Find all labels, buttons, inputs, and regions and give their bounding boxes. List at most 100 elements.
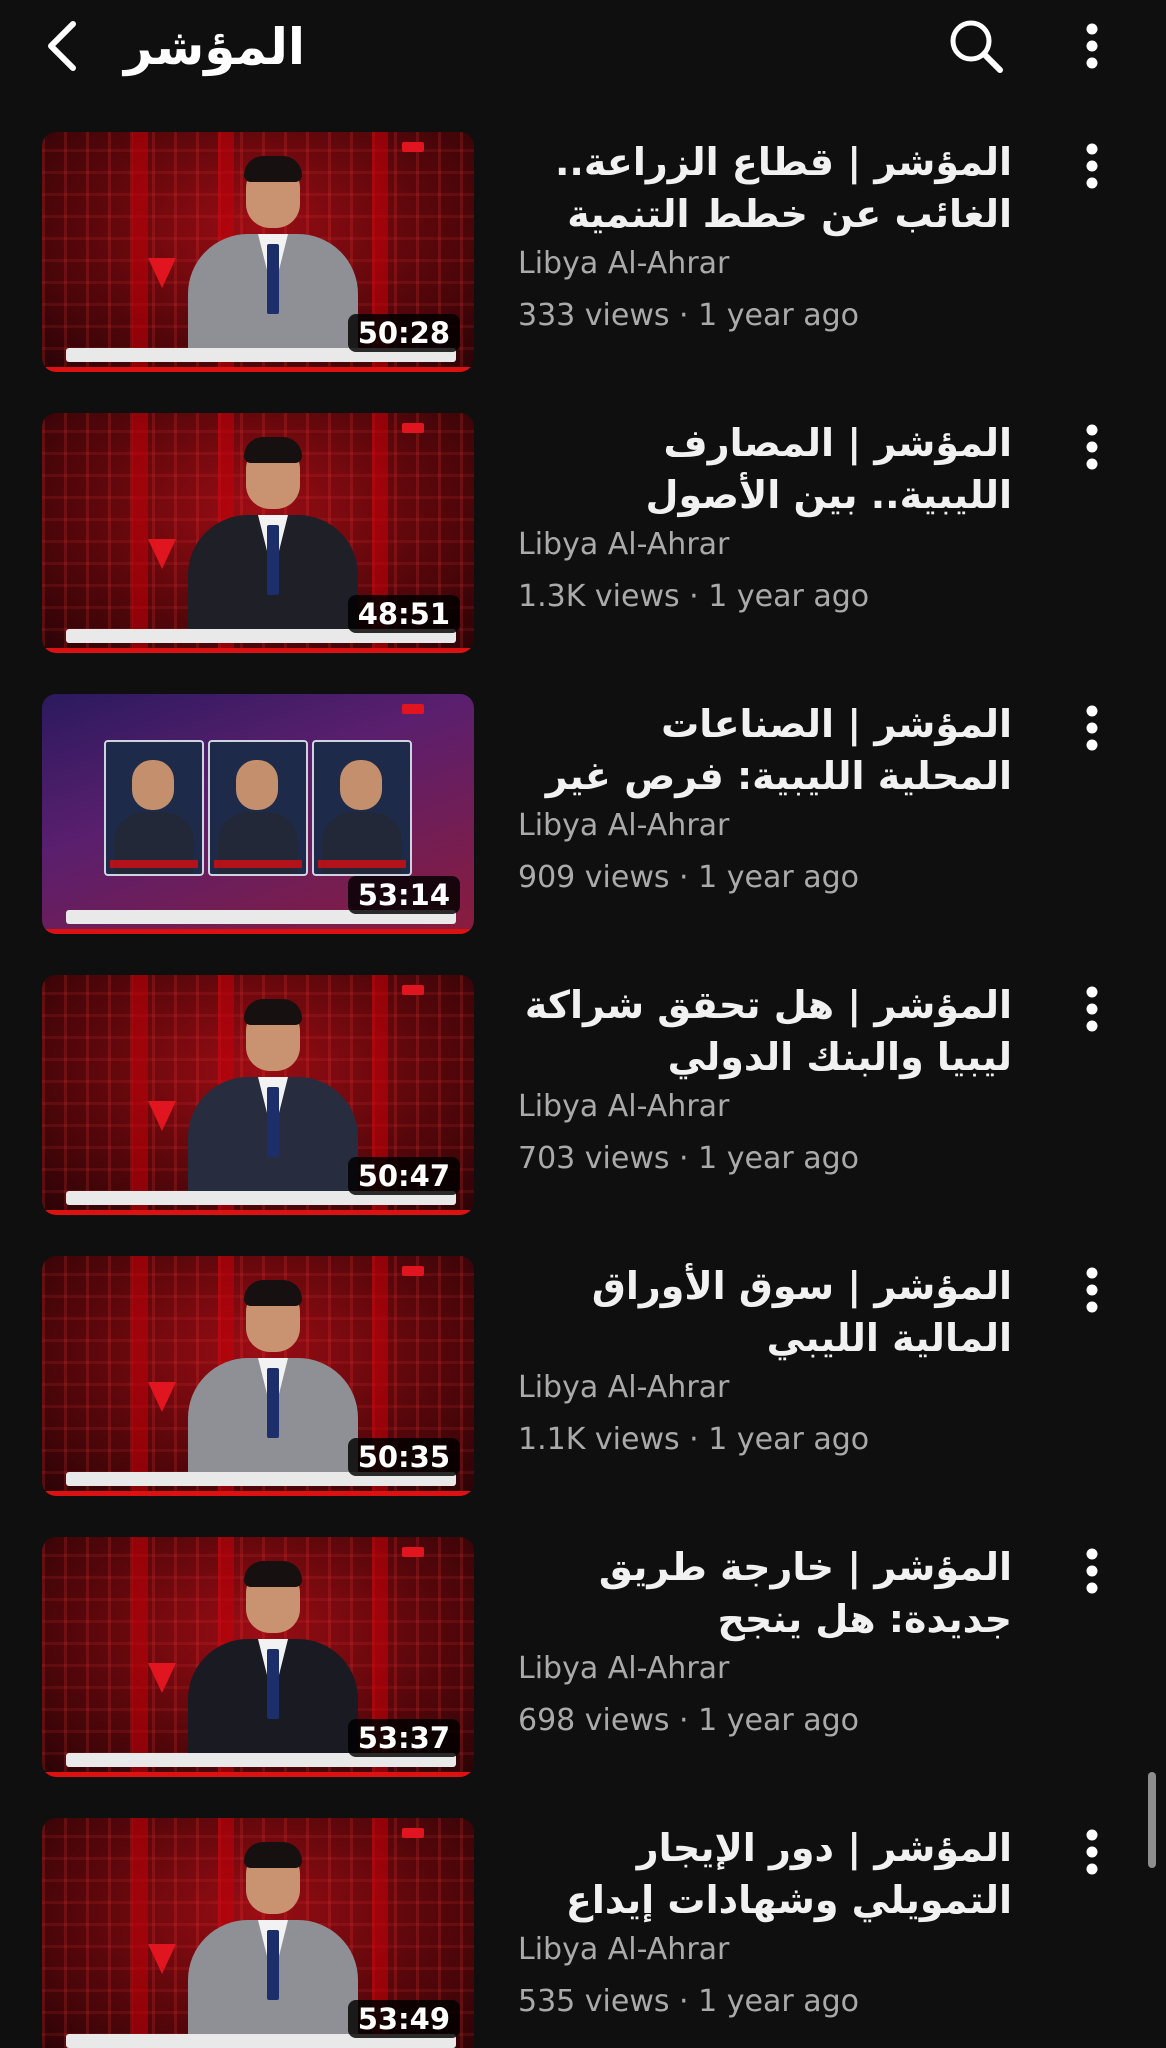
meta-separator: ·: [669, 298, 699, 333]
video-title[interactable]: المؤشر | المصارف الليبية.. بين الأصول ال…: [516, 417, 1012, 521]
presenter-tie: [267, 244, 279, 314]
upload-age: 1 year ago: [698, 1984, 859, 2019]
presenter-hair: [244, 437, 302, 463]
meta-separator: ·: [679, 579, 709, 614]
channel-name[interactable]: Libya Al-Ahrar: [518, 1087, 729, 1127]
video-thumbnail[interactable]: 53:37: [42, 1537, 474, 1777]
video-thumbnail[interactable]: 53:49: [42, 1818, 474, 2048]
upload-age: 1 year ago: [698, 1703, 859, 1738]
more-vertical-icon: [1086, 1548, 1098, 1594]
video-thumbnail[interactable]: 50:35: [42, 1256, 474, 1496]
video-meta: 1.3K views · 1 year ago: [518, 577, 869, 617]
thumbnail-decoration: [148, 539, 176, 569]
video-title[interactable]: المؤشر | الصناعات المحلية الليبية: فرص غ…: [516, 698, 1012, 802]
thumbnail-progress-line: [42, 367, 474, 372]
video-item[interactable]: 53:14 المؤشر | الصناعات المحلية الليبية:…: [0, 694, 1166, 934]
upload-age: 1 year ago: [698, 1141, 859, 1176]
video-meta: 333 views · 1 year ago: [518, 296, 859, 336]
view-count: 909 views: [518, 860, 670, 895]
more-vertical-icon: [1086, 1267, 1098, 1313]
video-item[interactable]: 48:51 المؤشر | المصارف الليبية.. بين الأ…: [0, 413, 1166, 653]
video-title[interactable]: المؤشر | هل تحقق شراكة ليبيا والبنك الدو…: [516, 979, 1012, 1083]
video-meta: 909 views · 1 year ago: [518, 858, 859, 898]
video-item[interactable]: 50:35 المؤشر | سوق الأوراق المالية الليب…: [0, 1256, 1166, 1496]
video-title[interactable]: المؤشر | قطاع الزراعة.. الغائب عن خطط ال…: [516, 136, 1012, 240]
video-thumbnail[interactable]: 50:47: [42, 975, 474, 1215]
thumbnail-decoration: [132, 1256, 148, 1496]
thumbnail-decoration: [148, 258, 176, 288]
guest-head: [236, 760, 278, 810]
video-more-button[interactable]: [1068, 698, 1116, 758]
chevron-left-icon: [48, 21, 76, 71]
guest-panel: [104, 740, 204, 876]
thumbnail-presenter: [188, 429, 358, 635]
thumbnail-presenter: [188, 991, 358, 1197]
channel-name[interactable]: Libya Al-Ahrar: [518, 244, 729, 284]
view-count: 535 views: [518, 1984, 670, 2019]
video-more-button[interactable]: [1068, 1822, 1116, 1882]
meta-separator: ·: [669, 1703, 699, 1738]
channel-name[interactable]: Libya Al-Ahrar: [518, 525, 729, 565]
guest-head: [132, 760, 174, 810]
video-item[interactable]: 50:28 المؤشر | قطاع الزراعة.. الغائب عن …: [0, 132, 1166, 372]
guest-panel: [208, 740, 308, 876]
more-vertical-icon: [1086, 143, 1098, 189]
presenter-hair: [244, 156, 302, 182]
thumbnail-presenter: [188, 1272, 358, 1478]
thumbnail-progress-line: [42, 1772, 474, 1777]
upload-age: 1 year ago: [698, 860, 859, 895]
video-item[interactable]: 53:37 المؤشر | خارجة طريق جديدة: هل ينجح…: [0, 1537, 1166, 1777]
thumbnail-live-badge: [402, 1828, 424, 1838]
video-more-button[interactable]: [1068, 417, 1116, 477]
meta-separator: ·: [679, 1422, 709, 1457]
duration-badge: 48:51: [347, 595, 460, 633]
screen: المؤشر 50:28 المؤشر | قطاع الزراعة.. الغ…: [0, 0, 1166, 2048]
thumbnail-live-badge: [402, 985, 424, 995]
channel-name[interactable]: Libya Al-Ahrar: [518, 1649, 729, 1689]
presenter-hair: [244, 1842, 302, 1868]
video-title[interactable]: المؤشر | سوق الأوراق المالية الليبي: [516, 1260, 1012, 1364]
meta-separator: ·: [669, 1984, 699, 2019]
channel-name[interactable]: Libya Al-Ahrar: [518, 1930, 729, 1970]
video-more-button[interactable]: [1068, 1260, 1116, 1320]
video-title[interactable]: المؤشر | خارجة طريق جديدة: هل ينجح المرك…: [516, 1541, 1012, 1645]
channel-name[interactable]: Libya Al-Ahrar: [518, 1368, 729, 1408]
presenter-tie: [267, 1368, 279, 1438]
video-more-button[interactable]: [1068, 1541, 1116, 1601]
top-app-bar: المؤشر: [0, 0, 1166, 100]
more-vertical-icon: [1086, 23, 1098, 69]
thumbnail-progress-line: [42, 648, 474, 653]
scrollbar-thumb[interactable]: [1148, 1772, 1156, 1868]
channel-name[interactable]: Libya Al-Ahrar: [518, 806, 729, 846]
thumbnail-progress-line: [42, 929, 474, 934]
video-meta: 703 views · 1 year ago: [518, 1139, 859, 1179]
video-title[interactable]: المؤشر | دور الإيجار التمويلي وشهادات إي…: [516, 1822, 1012, 1926]
more-vertical-icon: [1086, 986, 1098, 1032]
guest-name-strip: [318, 860, 406, 868]
video-more-button[interactable]: [1068, 979, 1116, 1039]
video-item[interactable]: 53:49 المؤشر | دور الإيجار التمويلي وشها…: [0, 1818, 1166, 2048]
video-thumbnail[interactable]: 50:28: [42, 132, 474, 372]
video-more-button[interactable]: [1068, 136, 1116, 196]
thumbnail-decoration: [148, 1382, 176, 1412]
thumbnail-presenter: [188, 148, 358, 354]
duration-badge: 53:14: [347, 876, 460, 914]
duration-badge: 50:28: [347, 314, 460, 352]
video-thumbnail[interactable]: 53:14: [42, 694, 474, 934]
thumbnail-decoration: [132, 975, 148, 1215]
video-thumbnail[interactable]: 48:51: [42, 413, 474, 653]
thumbnail-decoration: [132, 413, 148, 653]
thumbnail-decoration: [132, 1537, 148, 1777]
meta-separator: ·: [669, 860, 699, 895]
search-button[interactable]: [944, 14, 1008, 78]
video-item[interactable]: 50:47 المؤشر | هل تحقق شراكة ليبيا والبن…: [0, 975, 1166, 1215]
more-options-button[interactable]: [1070, 14, 1114, 78]
thumbnail-live-badge: [402, 704, 424, 714]
presenter-hair: [244, 1280, 302, 1306]
thumbnail-live-badge: [402, 142, 424, 152]
thumbnail-live-badge: [402, 1547, 424, 1557]
back-button[interactable]: [38, 18, 86, 74]
thumbnail-decoration: [148, 1663, 176, 1693]
upload-age: 1 year ago: [698, 298, 859, 333]
view-count: 703 views: [518, 1141, 670, 1176]
